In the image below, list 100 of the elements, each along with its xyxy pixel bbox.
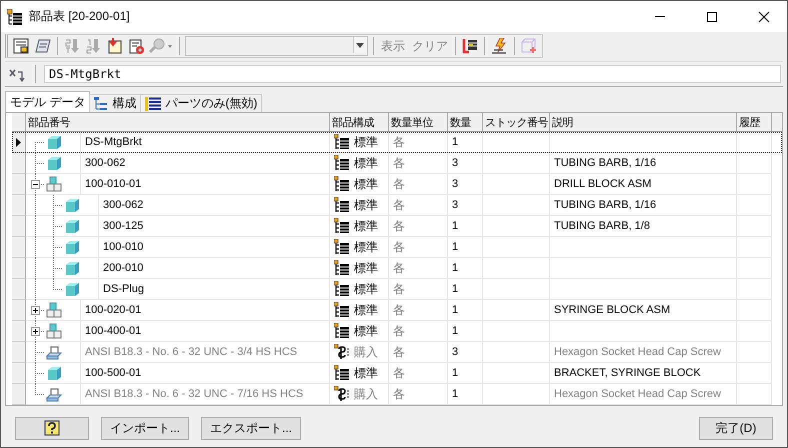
column-header[interactable]: 部品番号 [26, 113, 330, 131]
tree-list-icon [334, 323, 350, 339]
help-icon [44, 420, 60, 436]
part-number: DS-Plug [98, 279, 329, 299]
column-header[interactable]: 説明 [550, 113, 737, 131]
lightning-icon[interactable] [490, 36, 509, 56]
quantity-cell: 3 [452, 157, 458, 169]
export-list-icon[interactable] [460, 36, 480, 56]
table-row[interactable]: 300-062 標準 各 3 TUBING BARB, 1/16 [12, 195, 782, 216]
structure-label: 標準 [354, 302, 378, 318]
window-title: 部品表 [20-200-01] [29, 8, 131, 25]
description-cell: TUBING BARB, 1/16 [554, 199, 656, 211]
quantity-cell: 3 [452, 178, 458, 190]
part-cube-icon [48, 156, 61, 170]
description-cell: Hexagon Socket Head Cap Screw [554, 388, 721, 400]
column-header[interactable]: ストック番号 [483, 113, 550, 131]
structure-label: 標準 [354, 154, 378, 172]
structure-tree-icon [94, 96, 108, 110]
tree-list-icon [334, 197, 350, 213]
close-icon [758, 10, 770, 22]
unit-cell: 各 [393, 260, 405, 276]
current-row-icon [16, 138, 21, 146]
export-button[interactable]: エクスポート... [201, 416, 302, 440]
unit-cell: 各 [393, 154, 405, 172]
table-row[interactable]: 300-062 標準 各 3 TUBING BARB, 1/16 [12, 153, 782, 174]
table-row[interactable]: ANSI B18.3 - No. 6 - 32 UNC - 3/4 HS HCS 購入 各 3 Hexagon Socket Head Cap Screw [12, 342, 782, 363]
tree-connector [35, 258, 64, 278]
tab[interactable]: パーツのみ(無効) [140, 94, 262, 112]
tree-list-icon [334, 260, 350, 276]
quantity-cell: 3 [452, 199, 458, 211]
sort-descending-icon[interactable] [62, 36, 82, 56]
part-cube-icon [66, 220, 79, 232]
quantity-cell: 1 [452, 283, 458, 295]
help-button[interactable] [15, 416, 89, 440]
part-cube-icon [66, 282, 79, 296]
add-box-icon[interactable] [520, 36, 538, 56]
insert-document-icon[interactable] [106, 36, 124, 56]
structure-label: 標準 [354, 134, 378, 150]
table-row[interactable]: 200-010 標準 各 1 [12, 258, 782, 279]
unit-cell: 各 [393, 280, 405, 298]
column-header[interactable]: 部品構成 [330, 113, 389, 131]
part-cube-icon [66, 198, 79, 212]
assembly-icon [46, 176, 62, 191]
description-cell: Hexagon Socket Head Cap Screw [554, 346, 721, 358]
row-header[interactable] [12, 132, 26, 153]
table-row[interactable]: 100-400-01 標準 各 1 [12, 321, 782, 342]
tab[interactable]: 構成 [89, 94, 142, 112]
description-cell: BRACKET, SYRINGE BLOCK [554, 367, 701, 379]
tree-list-icon [334, 239, 350, 255]
table-row[interactable]: DS-Plug 標準 各 1 [12, 279, 782, 300]
bom-icon [7, 8, 23, 24]
unit-cell: 各 [393, 196, 405, 214]
quantity-cell: 1 [452, 220, 458, 232]
part-number: 100-020-01 [80, 300, 329, 320]
assembly-icon [46, 323, 62, 338]
quantity-cell: 1 [452, 136, 458, 148]
table-row[interactable]: 100-010 標準 各 1 [12, 237, 782, 258]
table-row[interactable]: 300-125 標準 各 1 TUBING BARB, 1/8 [12, 216, 782, 237]
done-button[interactable]: 完了(D) [699, 416, 773, 440]
tab[interactable]: モデル データ [5, 91, 90, 112]
structure-label: 標準 [354, 196, 378, 214]
filter-field[interactable]: DS-MtgBrkt [44, 65, 781, 83]
import-button[interactable]: インポート... [101, 416, 190, 440]
column-header[interactable]: 数量 [448, 113, 483, 131]
expand-toggle[interactable] [31, 306, 40, 314]
tree-list-icon [334, 365, 350, 381]
minimize-icon [655, 16, 665, 17]
description-cell: TUBING BARB, 1/8 [554, 220, 650, 232]
tree-list-icon [334, 302, 350, 318]
table-row[interactable]: 100-500-01 標準 各 1 BRACKET, SYRINGE BLOCK [12, 363, 782, 384]
table-row[interactable]: 100-010-01 標準 各 3 DRILL BLOCK ASM [12, 174, 782, 195]
quantity-cell: 1 [452, 241, 458, 253]
tree-connector [35, 216, 64, 236]
structure-label: 購入 [354, 386, 378, 402]
unit-cell: 各 [393, 302, 405, 318]
part-cube-icon [48, 136, 61, 148]
quantity-cell: 1 [452, 262, 458, 274]
part-number: 300-062 [80, 153, 329, 173]
structure-label: 標準 [354, 280, 378, 298]
part-number: 100-400-01 [80, 321, 329, 341]
unit-cell: 各 [393, 322, 405, 340]
structure-label: 標準 [354, 218, 378, 234]
save-table-icon[interactable] [12, 36, 30, 56]
part-number: 100-500-01 [80, 363, 329, 383]
part-number: ANSI B18.3 - No. 6 - 32 UNC - 3/4 HS HCS [80, 342, 329, 362]
expand-toggle[interactable] [31, 180, 40, 188]
description-cell: TUBING BARB, 1/16 [554, 157, 656, 169]
column-header[interactable]: 履歴 [737, 113, 772, 131]
table-row[interactable]: 100-020-01 標準 各 1 SYRINGE BLOCK ASM [12, 300, 782, 321]
part-number: 200-010 [98, 258, 329, 278]
expand-toggle[interactable] [31, 326, 40, 336]
tree-connector [35, 236, 64, 258]
assembly-icon [46, 302, 62, 317]
table-row[interactable]: DS-MtgBrkt 標準 各 1 [12, 132, 782, 153]
structure-label: 標準 [354, 364, 378, 382]
unit-cell: 各 [393, 344, 405, 360]
tree-connector [34, 342, 46, 362]
column-header[interactable]: 数量単位 [389, 113, 448, 131]
unit-cell: 各 [393, 364, 405, 382]
table-row[interactable]: ANSI B18.3 - No. 6 - 32 UNC - 7/16 HS HCS 購入 各 1 Hexagon Socket Head Cap Screw [12, 384, 782, 405]
